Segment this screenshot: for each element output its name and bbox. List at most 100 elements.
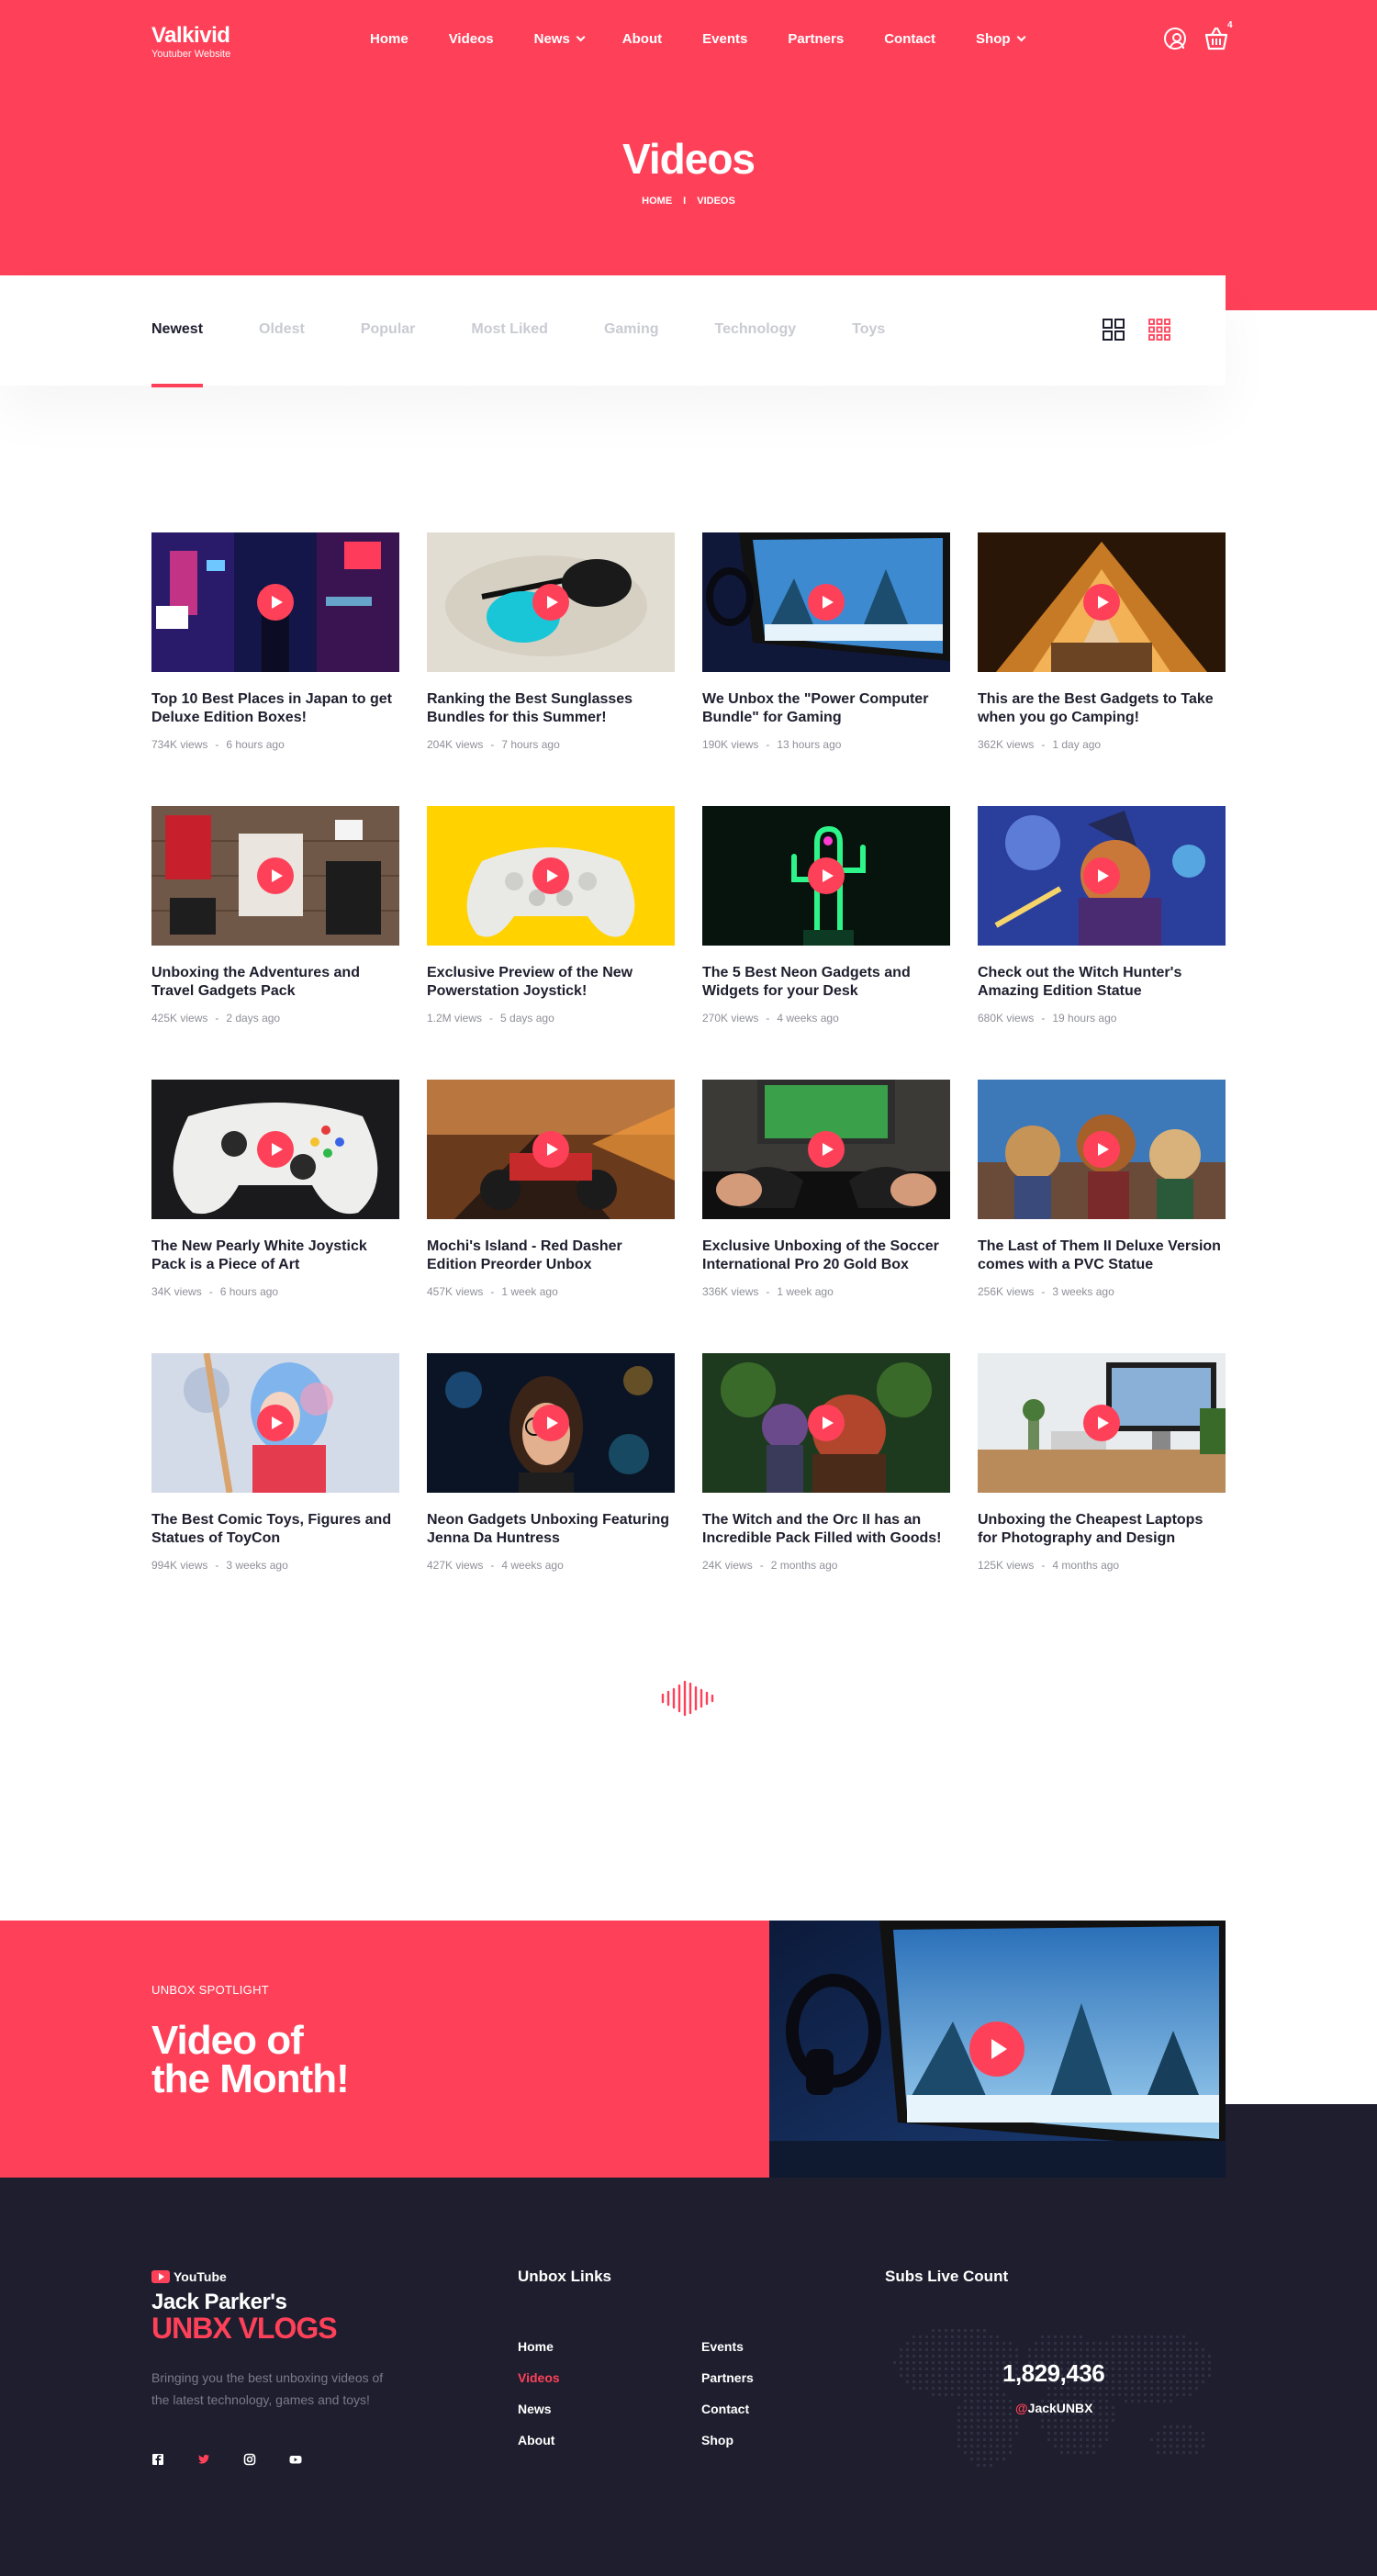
video-thumbnail[interactable]	[702, 532, 950, 672]
play-button[interactable]	[808, 1131, 845, 1168]
play-button[interactable]	[532, 857, 569, 894]
video-card[interactable]: Exclusive Unboxing of the Soccer Interna…	[702, 1080, 950, 1298]
video-card[interactable]: Unboxing the Adventures and Travel Gadge…	[151, 806, 399, 1025]
video-title[interactable]: Neon Gadgets Unboxing Featuring Jenna Da…	[427, 1511, 675, 1548]
play-button[interactable]	[532, 1131, 569, 1168]
play-button[interactable]	[1083, 1131, 1120, 1168]
nav-item-news[interactable]: News	[534, 31, 586, 47]
video-thumbnail[interactable]	[702, 1080, 950, 1219]
user-icon[interactable]	[1164, 28, 1186, 50]
play-button[interactable]	[257, 584, 294, 621]
play-button[interactable]	[808, 1405, 845, 1441]
cart-icon[interactable]	[1203, 26, 1230, 51]
twitter-icon[interactable]	[197, 2453, 210, 2466]
nav-item-contact[interactable]: Contact	[884, 31, 935, 47]
nav-item-shop[interactable]: Shop	[976, 31, 1026, 47]
facebook-icon[interactable]	[151, 2453, 164, 2466]
grid-view-icon[interactable]	[1103, 319, 1125, 341]
play-button[interactable]	[1083, 857, 1120, 894]
video-thumbnail[interactable]	[978, 1353, 1226, 1493]
footer-link-partners[interactable]: Partners	[701, 2370, 754, 2402]
video-title[interactable]: Exclusive Unboxing of the Soccer Interna…	[702, 1238, 950, 1274]
video-thumbnail[interactable]	[978, 1080, 1226, 1219]
video-title[interactable]: The 5 Best Neon Gadgets and Widgets for …	[702, 964, 950, 1001]
site-logo[interactable]: Valkivid Youtuber Website	[151, 24, 230, 61]
play-button[interactable]	[257, 1131, 294, 1168]
list-view-icon[interactable]	[1148, 319, 1170, 341]
video-card[interactable]: The 5 Best Neon Gadgets and Widgets for …	[702, 806, 950, 1025]
video-thumbnail[interactable]	[978, 532, 1226, 672]
video-card[interactable]: The Best Comic Toys, Figures and Statues…	[151, 1353, 399, 1572]
nav-item-events[interactable]: Events	[702, 31, 747, 47]
nav-item-videos[interactable]: Videos	[449, 31, 494, 47]
video-thumbnail[interactable]	[427, 1353, 675, 1493]
video-title[interactable]: The Last of Them II Deluxe Version comes…	[978, 1238, 1226, 1274]
video-card[interactable]: Ranking the Best Sunglasses Bundles for …	[427, 532, 675, 751]
video-card[interactable]: Neon Gadgets Unboxing Featuring Jenna Da…	[427, 1353, 675, 1572]
video-title[interactable]: Exclusive Preview of the New Powerstatio…	[427, 964, 675, 1001]
video-title[interactable]: Ranking the Best Sunglasses Bundles for …	[427, 690, 675, 727]
instagram-icon[interactable]	[243, 2453, 256, 2466]
video-title[interactable]: Unboxing the Adventures and Travel Gadge…	[151, 964, 399, 1001]
video-thumbnail[interactable]	[427, 532, 675, 672]
video-title[interactable]: The New Pearly White Joystick Pack is a …	[151, 1238, 399, 1274]
video-thumbnail[interactable]	[151, 532, 399, 672]
footer-link-news[interactable]: News	[518, 2402, 560, 2433]
nav-item-about[interactable]: About	[622, 31, 662, 47]
video-thumbnail[interactable]	[151, 1353, 399, 1493]
play-button[interactable]	[257, 857, 294, 894]
filter-tab-most-liked[interactable]: Most Liked	[471, 321, 548, 338]
video-thumbnail[interactable]	[702, 1353, 950, 1493]
filter-tab-popular[interactable]: Popular	[361, 321, 416, 338]
footer-link-shop[interactable]: Shop	[701, 2433, 754, 2464]
video-card[interactable]: Exclusive Preview of the New Powerstatio…	[427, 806, 675, 1025]
filter-tab-technology[interactable]: Technology	[715, 321, 797, 338]
filter-tab-toys[interactable]: Toys	[852, 321, 885, 338]
video-thumbnail[interactable]	[978, 806, 1226, 946]
filter-tab-newest[interactable]: Newest	[151, 321, 204, 387]
play-button[interactable]	[1083, 1405, 1120, 1441]
video-title[interactable]: Mochi's Island - Red Dasher Edition Preo…	[427, 1238, 675, 1274]
video-title[interactable]: We Unbox the "Power Computer Bundle" for…	[702, 690, 950, 727]
footer-link-home[interactable]: Home	[518, 2339, 560, 2370]
filter-tab-gaming[interactable]: Gaming	[604, 321, 659, 338]
video-card[interactable]: The Last of Them II Deluxe Version comes…	[978, 1080, 1226, 1298]
play-button[interactable]	[808, 584, 845, 621]
video-card[interactable]: Check out the Witch Hunter's Amazing Edi…	[978, 806, 1226, 1025]
video-card[interactable]: The Witch and the Orc II has an Incredib…	[702, 1353, 950, 1572]
video-title[interactable]: Unboxing the Cheapest Laptops for Photog…	[978, 1511, 1226, 1548]
video-card[interactable]: Unboxing the Cheapest Laptops for Photog…	[978, 1353, 1226, 1572]
youtube-icon[interactable]	[289, 2453, 302, 2466]
play-button[interactable]	[1083, 584, 1120, 621]
spotlight-play-button[interactable]	[969, 2022, 1024, 2077]
video-card[interactable]: The New Pearly White Joystick Pack is a …	[151, 1080, 399, 1298]
video-card[interactable]: This are the Best Gadgets to Take when y…	[978, 532, 1226, 751]
footer-link-videos[interactable]: Videos	[518, 2370, 560, 2402]
nav-item-home[interactable]: Home	[370, 31, 409, 47]
video-thumbnail[interactable]	[702, 806, 950, 946]
video-title[interactable]: Top 10 Best Places in Japan to get Delux…	[151, 690, 399, 727]
video-title[interactable]: The Witch and the Orc II has an Incredib…	[702, 1511, 950, 1548]
play-button[interactable]	[532, 584, 569, 621]
video-thumbnail[interactable]	[151, 1080, 399, 1219]
video-card[interactable]: Mochi's Island - Red Dasher Edition Preo…	[427, 1080, 675, 1298]
video-title[interactable]: The Best Comic Toys, Figures and Statues…	[151, 1511, 399, 1548]
cart-count-badge: 4	[1227, 20, 1233, 30]
footer-link-about[interactable]: About	[518, 2433, 560, 2464]
video-thumbnail[interactable]	[151, 806, 399, 946]
footer-link-contact[interactable]: Contact	[701, 2402, 754, 2433]
breadcrumb-home[interactable]: HOME	[642, 196, 672, 207]
filter-tab-oldest[interactable]: Oldest	[259, 321, 305, 338]
video-title[interactable]: Check out the Witch Hunter's Amazing Edi…	[978, 964, 1226, 1001]
video-card[interactable]: Top 10 Best Places in Japan to get Delux…	[151, 532, 399, 751]
video-title[interactable]: This are the Best Gadgets to Take when y…	[978, 690, 1226, 727]
nav-item-partners[interactable]: Partners	[788, 31, 844, 47]
play-button[interactable]	[257, 1405, 294, 1441]
spotlight-video-thumbnail[interactable]	[769, 1921, 1226, 2178]
video-card[interactable]: We Unbox the "Power Computer Bundle" for…	[702, 532, 950, 751]
play-button[interactable]	[808, 857, 845, 894]
footer-link-events[interactable]: Events	[701, 2339, 754, 2370]
video-thumbnail[interactable]	[427, 806, 675, 946]
video-thumbnail[interactable]	[427, 1080, 675, 1219]
play-button[interactable]	[532, 1405, 569, 1441]
